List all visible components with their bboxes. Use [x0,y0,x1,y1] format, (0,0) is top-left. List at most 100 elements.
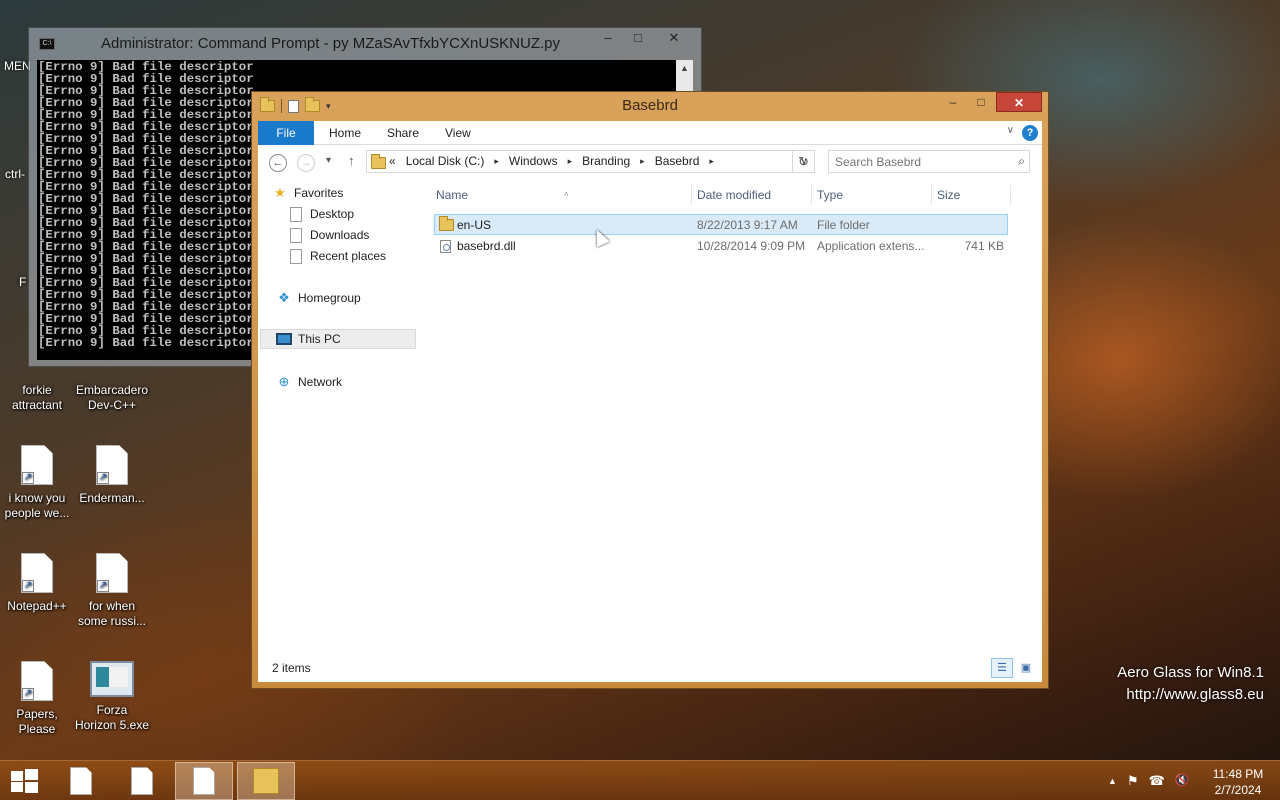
file-name: basebrd.dll [457,239,516,253]
explorer-window-title: Basebrd [622,97,678,114]
star-icon: ★ [274,185,286,200]
clock-date: 2/7/2024 [1214,783,1262,797]
explorer-titlebar[interactable]: ▾ Basebrd – □ ✕ [252,92,1048,120]
column-header-size[interactable]: Size [937,185,960,205]
file-name: en-US [457,218,492,232]
breadcrumb-overflow[interactable]: « [389,151,396,172]
clock-time: 11:48 PM [1212,767,1264,781]
nav-network[interactable]: ⊕ Network [276,372,342,392]
show-hidden-icons-icon[interactable]: ▲ [1108,773,1117,789]
explorer-body: File Home Share View ∨ ? ← → ▾ ↑ « Local… [258,121,1042,682]
forward-button[interactable]: → [297,154,315,172]
tab-share[interactable]: Share [387,121,419,145]
table-row[interactable]: basebrd.dll 10/28/2014 9:09 PM Applicati… [434,236,1008,257]
breadcrumb-basebrd[interactable]: Basebrd [655,151,700,172]
nav-this-pc[interactable]: This PC [260,329,416,349]
breadcrumb-separator-icon[interactable]: ▸ [494,151,499,172]
explorer-close-button[interactable]: ✕ [996,92,1042,112]
table-row[interactable]: en-US 8/22/2013 9:17 AM File folder [434,214,1008,235]
network-icon[interactable]: ☎ [1149,773,1165,789]
column-header-date-modified[interactable]: Date modified [697,185,771,205]
scroll-up-arrow-icon[interactable]: ▲ [676,60,693,77]
nav-downloads[interactable]: Downloads [288,225,369,245]
desktop-icon-label: forkie attractant [11,383,63,412]
nav-homegroup[interactable]: ❖ Homegroup [276,288,361,308]
desktop-icon-i-know-you[interactable]: ↗ i know you people we... [0,445,77,521]
taskbar-item-command-prompt[interactable] [175,762,233,800]
back-button[interactable]: ← [269,154,287,172]
help-icon[interactable]: ? [1022,125,1038,141]
desktop-icon-label: Forza Horizon 5.exe [74,703,150,732]
expand-ribbon-icon[interactable]: ∨ [1007,125,1014,136]
file-list: Name ˄ Date modified Type Size en-US 8/2… [428,179,1042,654]
shortcut-arrow-icon: ↗ [97,472,109,484]
breadcrumb-branding[interactable]: Branding [582,151,630,172]
nav-label: Recent places [310,249,387,263]
watermark-line-1: Aero Glass for Win8.1 [1117,664,1264,681]
volume-muted-icon[interactable]: 🔇 [1175,773,1190,789]
nav-favorites[interactable]: ★ Favorites [272,183,343,203]
column-header-type[interactable]: Type [817,185,843,205]
clock[interactable]: 11:48 PM 2/7/2024 [1210,766,1266,798]
status-bar: 2 items ☰ ▣ [258,654,1042,682]
computer-icon [276,333,292,345]
column-divider[interactable] [691,185,692,205]
search-icon[interactable]: ⌕ [1018,154,1025,169]
tab-file[interactable]: File [258,121,314,145]
column-header-name[interactable]: Name ˄ [436,185,690,205]
details-view-button[interactable]: ☰ [991,658,1013,678]
breadcrumb-separator-icon[interactable]: ▸ [568,151,573,172]
folder-icon [253,768,279,794]
tab-view[interactable]: View [445,121,471,145]
search-box[interactable]: ⌕ [828,150,1030,173]
item-count: 2 items [272,661,311,675]
large-icons-view-button[interactable]: ▣ [1015,658,1037,678]
file-type: File folder [817,218,870,232]
column-divider[interactable] [811,185,812,205]
cmd-titlebar[interactable]: C:\ Administrator: Command Prompt - py M… [29,28,701,59]
column-divider[interactable] [1010,185,1011,205]
cmd-window-title: Administrator: Command Prompt - py MZaSA… [101,35,561,52]
file-explorer-window[interactable]: ▾ Basebrd – □ ✕ File Home Share View ∨ ?… [251,91,1049,689]
taskbar-item-document[interactable] [52,762,110,800]
column-label: Name [436,188,469,202]
desktop-icon-forza-horizon[interactable]: Forza Horizon 5.exe [72,661,152,733]
taskbar-item-file-explorer[interactable] [237,762,295,800]
search-input[interactable] [835,151,1005,172]
explorer-minimize-button[interactable]: – [940,92,966,112]
breadcrumb-windows[interactable]: Windows [509,151,558,172]
taskbar-item-document[interactable] [113,762,171,800]
cmd-maximize-button[interactable]: □ [623,28,653,48]
up-button[interactable]: ↑ [348,153,355,168]
cmd-minimize-button[interactable]: – [593,28,623,48]
desktop-icon-notepad-plus-plus[interactable]: ↗ Notepad++ [0,553,77,614]
desktop-icon-forkie[interactable]: forkie attractant [0,383,77,413]
start-button[interactable] [10,769,38,793]
file-date: 8/22/2013 9:17 AM [697,218,798,232]
windows-logo-icon-pane [25,782,38,793]
nav-label: This PC [298,332,341,346]
breadcrumb-local-disk[interactable]: Local Disk (C:) [406,151,485,172]
breadcrumb-separator-icon[interactable]: ▸ [709,151,714,172]
tab-home[interactable]: Home [329,121,361,145]
explorer-maximize-button[interactable]: □ [968,92,994,112]
address-bar[interactable]: « Local Disk (C:) ▸ Windows ▸ Branding ▸… [366,150,815,173]
document-icon: ↗ [21,553,53,593]
desktop-icon-embarcadero[interactable]: Embarcadero Dev-C++ [72,383,152,413]
recent-locations-button[interactable]: ▾ [326,155,331,166]
column-divider[interactable] [931,185,932,205]
navigation-pane: ★ Favorites Desktop Downloads Recent pla… [258,179,418,654]
cmd-close-button[interactable]: ✕ [659,28,689,48]
desktop-icon-enderman[interactable]: ↗ Enderman... [72,445,152,506]
desktop-icon-for-when[interactable]: ↗ for when some russi... [72,553,152,629]
document-icon: ↗ [96,445,128,485]
desktop-icon-papers-please[interactable]: ↗ Papers, Please [0,661,77,737]
refresh-button[interactable]: ↻ [792,150,815,173]
nav-desktop[interactable]: Desktop [288,204,354,224]
document-icon: ↗ [21,445,53,485]
nav-recent-places[interactable]: Recent places [288,246,386,266]
action-center-flag-icon[interactable]: ⚑ [1127,773,1139,789]
app-thumbnail-icon [90,661,134,697]
breadcrumb-separator-icon[interactable]: ▸ [640,151,645,172]
nav-label: Favorites [294,186,344,200]
